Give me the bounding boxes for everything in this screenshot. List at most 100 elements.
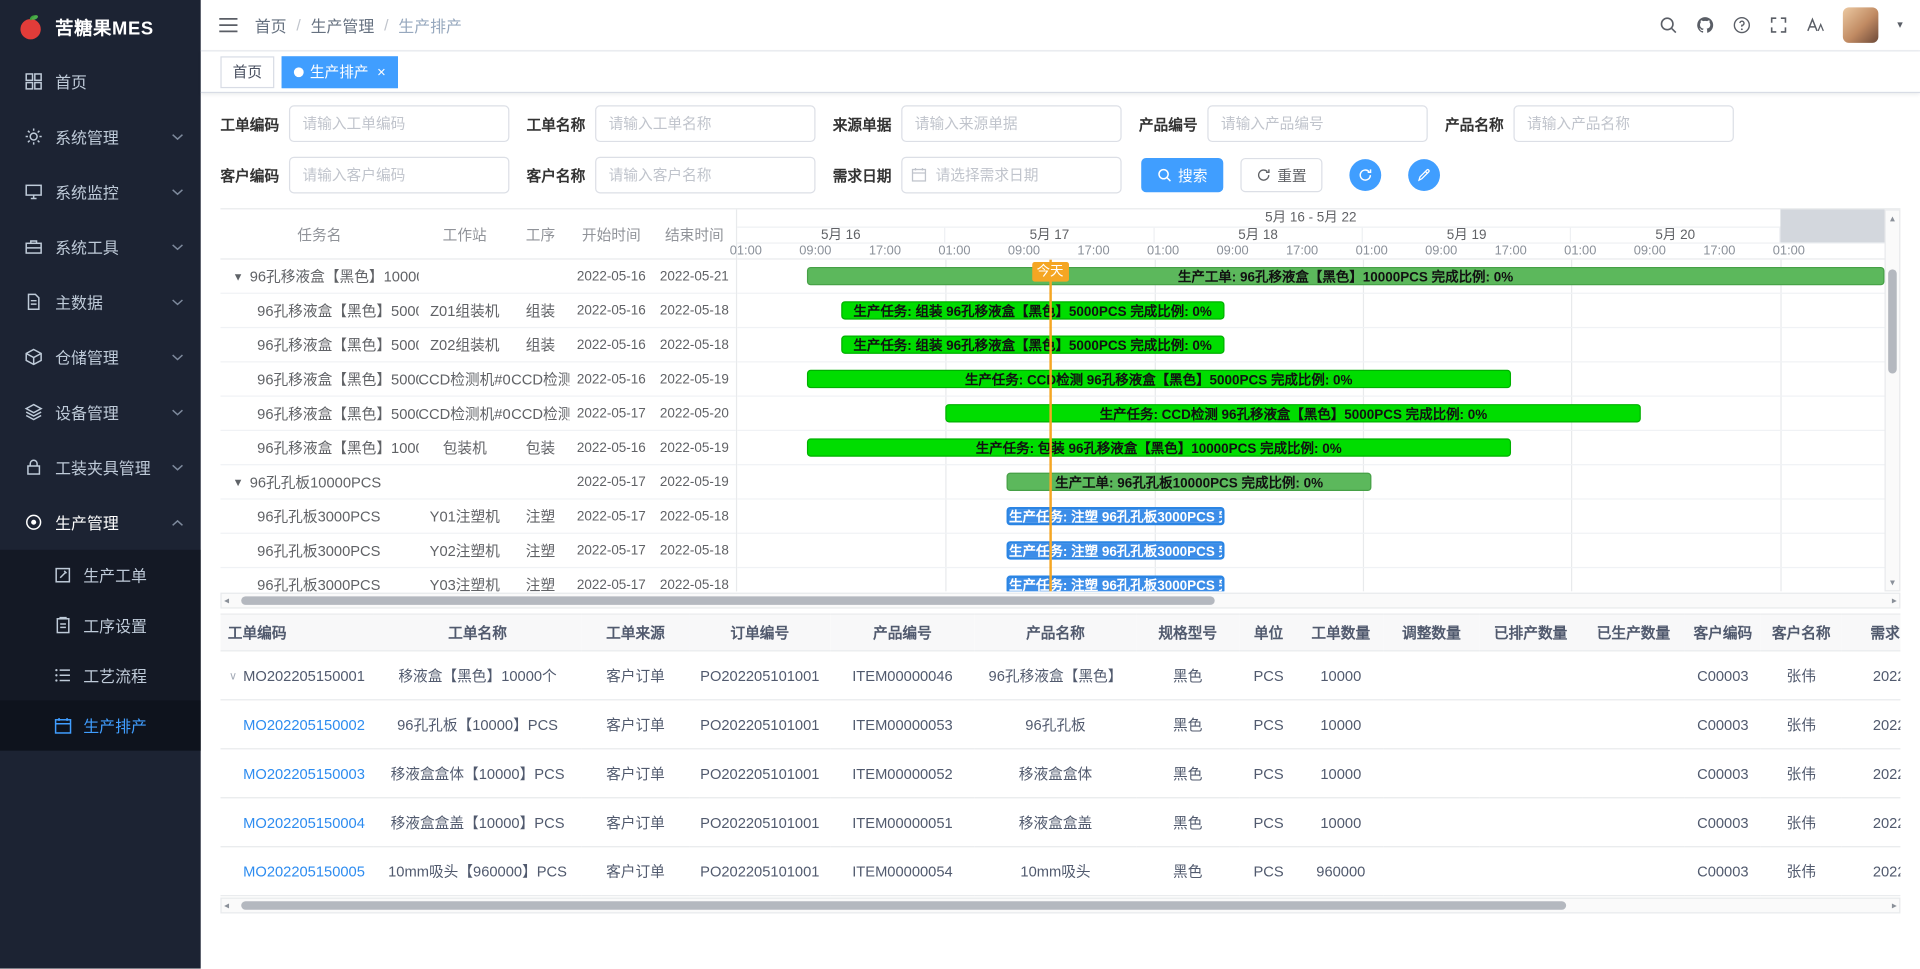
work-order-code-input[interactable] — [289, 105, 509, 142]
scroll-left-icon[interactable]: ◂ — [224, 594, 229, 607]
edit-schedule-button[interactable] — [1408, 159, 1440, 191]
app-logo[interactable]: 苦糖果MES — [0, 0, 201, 54]
breadcrumb-production-management[interactable]: 生产管理 — [311, 13, 375, 36]
gantt-vertical-scrollbar[interactable]: ▴ ▾ — [1884, 209, 1900, 591]
demand-date: 2022-05 — [1842, 651, 1901, 700]
order-code-link[interactable]: MO202205150005 — [243, 864, 365, 881]
work-order-name-input[interactable] — [595, 105, 815, 142]
scroll-right-icon[interactable]: ▸ — [1892, 899, 1897, 912]
order-row[interactable]: ∨MO202205150001 移液盒【黑色】10000个 客户订单 PO202… — [220, 651, 1900, 700]
tree-expand-icon[interactable]: ▼ — [233, 270, 244, 282]
font-size-icon[interactable] — [1807, 16, 1825, 34]
reset-button[interactable]: 重置 — [1240, 158, 1322, 192]
fullscreen-icon[interactable] — [1770, 16, 1788, 34]
sidebar-item-fixture-management[interactable]: 工装夹具管理 — [0, 440, 201, 495]
navbar-actions: ▾ — [1660, 7, 1903, 43]
task-bar[interactable]: 生产任务: 注塑 96孔孔板3000PCS 完成比例: 0% — [1007, 576, 1224, 592]
gantt-row[interactable]: ▼96孔孔板10000PCS 2022-05-17 2022-05-19 — [220, 465, 736, 499]
work-order-bar[interactable]: 生产工单: 96孔移液盒【黑色】10000PCS 完成比例: 0% — [807, 267, 1885, 285]
row-expand-icon[interactable]: ∨ — [229, 669, 237, 682]
order-row[interactable]: ∨MO202205150005 10mm吸头【960000】PCS 客户订单 P… — [220, 847, 1900, 896]
orders-horizontal-scrollbar[interactable]: ◂ ▸ — [220, 898, 1900, 914]
unit: PCS — [1239, 798, 1298, 847]
order-code-link[interactable]: MO202205150001 — [243, 668, 365, 685]
sidebar-item-production-management[interactable]: 生产管理 — [0, 495, 201, 550]
task-bar[interactable]: 生产任务: 注塑 96孔孔板3000PCS 完成比例: 0% — [1007, 541, 1224, 559]
search-icon[interactable] — [1660, 16, 1678, 34]
scroll-down-icon[interactable]: ▾ — [1886, 576, 1899, 589]
customer-code-input[interactable] — [289, 157, 509, 194]
refresh-gantt-button[interactable] — [1349, 159, 1381, 191]
gantt-row[interactable]: ▼96孔移液盒【黑色】5000PCS Z01组装机 组装 2022-05-16 … — [220, 294, 736, 328]
avatar-caret-icon[interactable]: ▾ — [1897, 18, 1903, 31]
order-code-link[interactable]: MO202205150003 — [243, 766, 365, 783]
order-row[interactable]: ∨MO202205150004 移液盒盒盖【10000】PCS 客户订单 PO2… — [220, 798, 1900, 847]
bar-label: 生产工单: 96孔移液盒【黑色】10000PCS 完成比例: 0% — [1178, 267, 1513, 285]
close-tab-icon[interactable]: × — [377, 64, 386, 79]
gantt-row[interactable]: ▼96孔移液盒【黑色】5000PCS CCD检测机#01 CCD检测 2022-… — [220, 362, 736, 396]
task-bar[interactable]: 生产任务: 组装 96孔移液盒【黑色】5000PCS 完成比例: 0% — [841, 301, 1223, 319]
task-process: 注塑 — [511, 540, 570, 561]
sidebar-item-system-tools[interactable]: 系统工具 — [0, 219, 201, 274]
customer-name-input[interactable] — [595, 157, 815, 194]
scrollbar-thumb[interactable] — [241, 901, 1566, 910]
gantt-row-strip: 生产任务: CCD检测 96孔移液盒【黑色】5000PCS 完成比例: 0% — [737, 362, 1884, 396]
github-icon[interactable] — [1696, 16, 1714, 34]
sidebar-subitem-process-flow[interactable]: 工艺流程 — [0, 650, 201, 700]
sidebar-subitem-process-settings[interactable]: 工序设置 — [0, 600, 201, 650]
timeline-day-row: 5月 16 5月 17 5月 18 5月 19 5月 20 — [737, 228, 1884, 244]
avatar[interactable] — [1843, 7, 1879, 43]
product-code: ITEM00000052 — [830, 749, 974, 798]
scroll-right-icon[interactable]: ▸ — [1892, 594, 1897, 607]
gantt-horizontal-scrollbar[interactable]: ◂ ▸ — [220, 593, 1900, 609]
source-document-input[interactable] — [901, 105, 1121, 142]
gantt-row[interactable]: ▼96孔移液盒【黑色】10000PCS 2022-05-16 2022-05-2… — [220, 260, 736, 294]
sidebar-toggle-button[interactable] — [201, 17, 255, 33]
sidebar-item-system-monitoring[interactable]: 系统监控 — [0, 164, 201, 219]
scroll-left-icon[interactable]: ◂ — [224, 899, 229, 912]
product-name-input[interactable] — [1514, 105, 1734, 142]
search-button[interactable]: 搜索 — [1141, 158, 1223, 192]
order-source: 客户订单 — [582, 749, 690, 798]
sidebar-item-system-management[interactable]: 系统管理 — [0, 109, 201, 164]
sidebar-subitem-production-scheduling[interactable]: 生产排产 — [0, 700, 201, 750]
tab-home[interactable]: 首页 — [220, 56, 274, 88]
timeline-range-label: 5月 16 - 5月 22 — [1265, 211, 1356, 226]
toolbox-icon — [24, 238, 42, 256]
scrollbar-thumb[interactable] — [241, 596, 1214, 605]
product-code-input[interactable] — [1207, 105, 1427, 142]
scroll-up-icon[interactable]: ▴ — [1886, 212, 1899, 225]
gantt-row[interactable]: ▼96孔孔板3000PCS Y01注塑机 注塑 2022-05-17 2022-… — [220, 500, 736, 534]
order-row[interactable]: ∨MO202205150003 移液盒盒体【10000】PCS 客户订单 PO2… — [220, 749, 1900, 798]
sidebar-item-equipment-management[interactable]: 设备管理 — [0, 384, 201, 439]
tree-expand-icon[interactable]: ▼ — [233, 476, 244, 488]
task-start-time: 2022-05-16 — [570, 337, 653, 352]
task-bar[interactable]: 生产任务: 注塑 96孔孔板3000PCS 完成比例: 0% — [1007, 507, 1224, 525]
demand-date-input[interactable] — [901, 157, 1121, 194]
help-icon[interactable] — [1733, 16, 1751, 34]
gantt-row[interactable]: ▼96孔孔板3000PCS Y03注塑机 注塑 2022-05-17 2022-… — [220, 568, 736, 591]
gantt-row-strip: 生产任务: 注塑 96孔孔板3000PCS 完成比例: 0% — [737, 534, 1884, 568]
breadcrumb-home[interactable]: 首页 — [255, 13, 287, 36]
tab-production-scheduling[interactable]: 生产排产 × — [282, 56, 398, 88]
order-name: 96孔孔板【10000】PCS — [373, 700, 581, 749]
work-order-bar[interactable]: 生产工单: 96孔孔板10000PCS 完成比例: 0% — [1007, 473, 1372, 491]
app-window: 苦糖果MES 首页 系统管理 系统监控 系统工具 — [0, 0, 1920, 969]
gantt-row[interactable]: ▼96孔移液盒【黑色】5000PCS Z02组装机 组装 2022-05-16 … — [220, 328, 736, 362]
task-bar[interactable]: 生产任务: CCD检测 96孔移液盒【黑色】5000PCS 完成比例: 0% — [807, 370, 1511, 388]
order-code-link[interactable]: MO202205150002 — [243, 717, 365, 734]
order-code-link[interactable]: MO202205150004 — [243, 815, 365, 832]
task-bar[interactable]: 生产任务: 组装 96孔移液盒【黑色】5000PCS 完成比例: 0% — [841, 336, 1223, 354]
order-row[interactable]: ∨MO202205150002 96孔孔板【10000】PCS 客户订单 PO2… — [220, 700, 1900, 749]
sidebar-item-home[interactable]: 首页 — [0, 54, 201, 109]
bar-label: 生产工单: 96孔孔板10000PCS 完成比例: 0% — [1055, 473, 1323, 491]
gantt-row[interactable]: ▼96孔孔板3000PCS Y02注塑机 注塑 2022-05-17 2022-… — [220, 534, 736, 568]
gantt-row[interactable]: ▼96孔移液盒【黑色】5000PCS CCD检测机#02 CCD检测 2022-… — [220, 397, 736, 431]
scrollbar-thumb[interactable] — [1888, 269, 1897, 373]
gantt-row[interactable]: ▼96孔移液盒【黑色】10000PCS 包装机 包装 2022-05-16 20… — [220, 431, 736, 465]
sidebar-subitem-production-work-order[interactable]: 生产工单 — [0, 550, 201, 600]
sidebar-item-master-data[interactable]: 主数据 — [0, 274, 201, 329]
task-bar[interactable]: 生产任务: 包装 96孔移液盒【黑色】10000PCS 完成比例: 0% — [807, 438, 1511, 456]
breadcrumb-separator: / — [384, 16, 388, 34]
sidebar-item-warehouse-management[interactable]: 仓储管理 — [0, 329, 201, 384]
